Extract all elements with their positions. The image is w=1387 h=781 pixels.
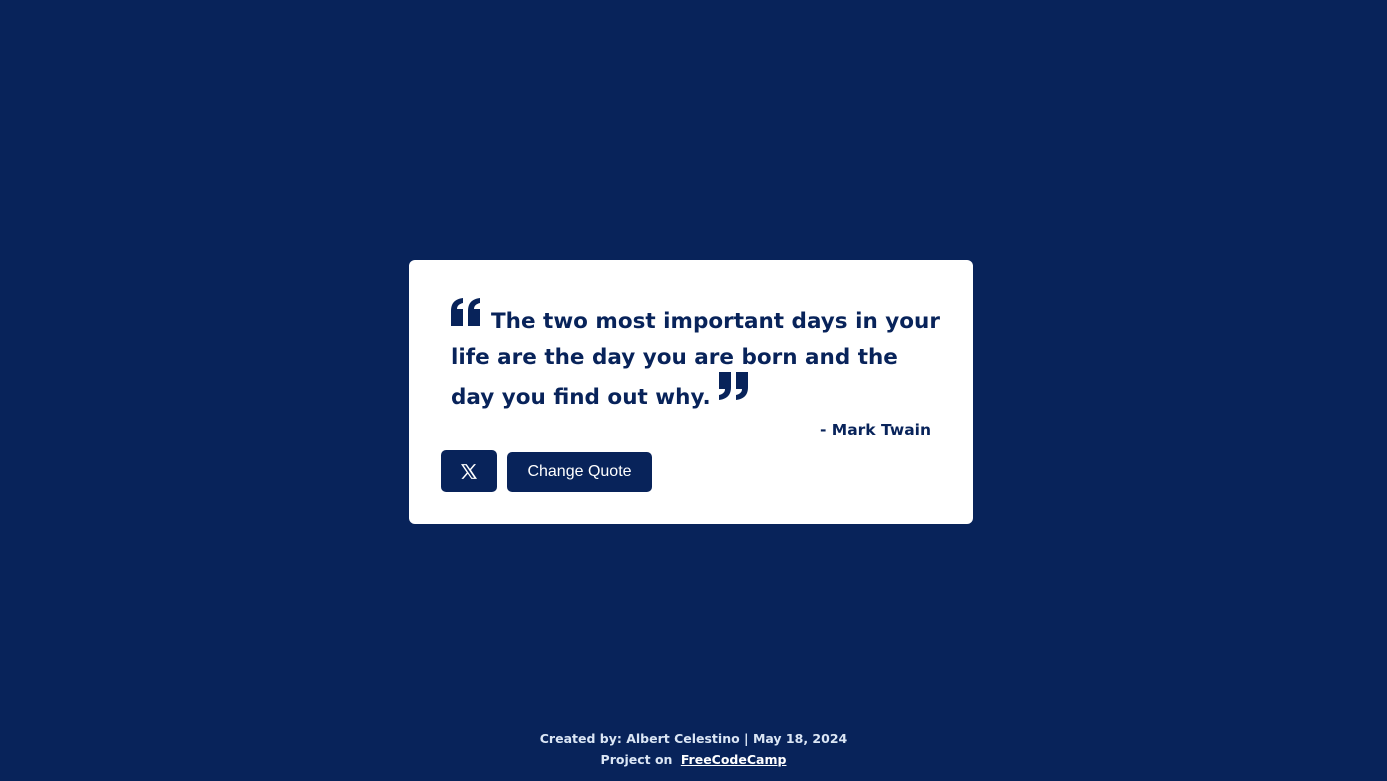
footer-credit: Created by: Albert Celestino | May 18, 2…	[539, 731, 848, 746]
tweet-quote-button[interactable]	[441, 450, 497, 492]
footer-project-prefix: Project on	[600, 752, 673, 767]
x-logo-icon	[461, 463, 477, 479]
quote-left-icon	[451, 298, 481, 328]
quote-text: The two most important days in your life…	[451, 309, 940, 410]
quote-author: - Mark Twain	[819, 421, 931, 439]
freecodecamp-link[interactable]: FreeCodeCamp	[681, 752, 787, 767]
footer: Created by: Albert Celestino | May 18, 2…	[0, 728, 1387, 770]
quote-text-block: The two most important days in your life…	[451, 298, 941, 416]
change-quote-button[interactable]: Change Quote	[507, 452, 652, 492]
footer-project-line: Project on FreeCodeCamp	[0, 749, 1387, 770]
quote-right-icon	[718, 372, 749, 404]
quote-box: The two most important days in your life…	[409, 260, 973, 524]
